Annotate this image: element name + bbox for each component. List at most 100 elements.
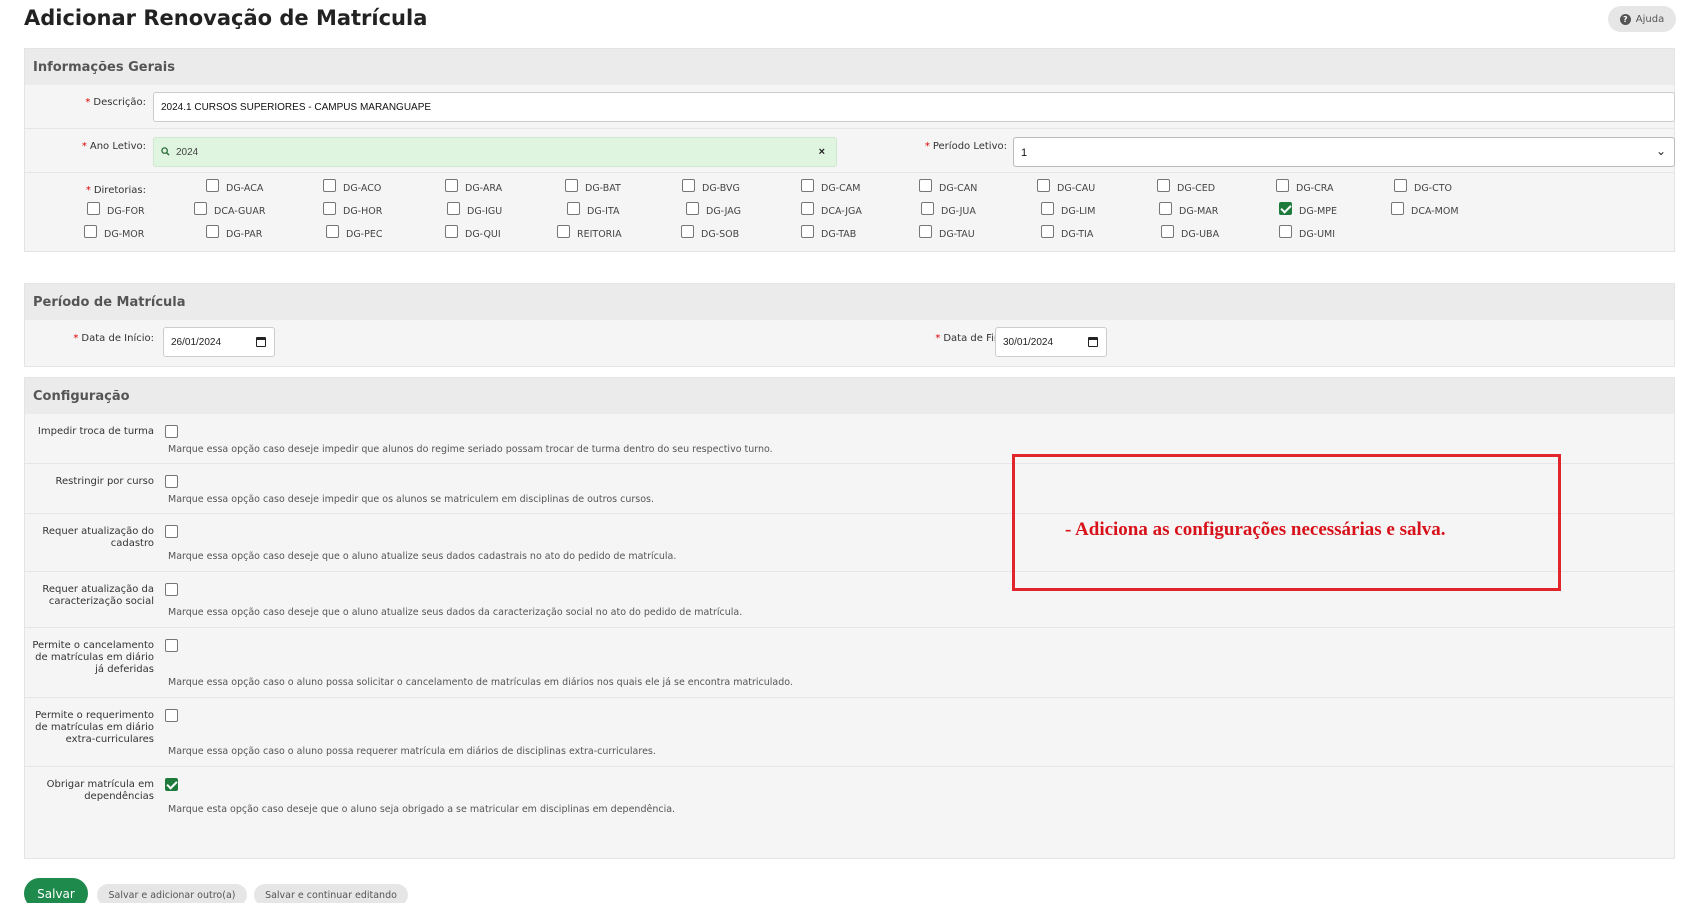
periodo-section: Período de Matrícula * Data de Início: 26… [24, 283, 1675, 367]
diretoria-label: DG-UBA [1181, 229, 1220, 240]
config-checkbox[interactable] [165, 709, 178, 722]
calendar-icon[interactable] [256, 337, 266, 347]
diretoria-label: REITORIA [577, 229, 622, 240]
data-fim-value: 30/01/2024 [1003, 337, 1054, 348]
diretoria-label: DG-CED [1177, 183, 1216, 194]
diretoria-checkbox[interactable] [919, 179, 932, 192]
calendar-icon[interactable] [1088, 337, 1098, 347]
config-help-text: Marque essa opção caso deseje que o alun… [168, 607, 743, 618]
diretoria-checkbox[interactable] [206, 179, 219, 192]
annotation-text: - Adiciona as configurações necessárias … [1065, 519, 1446, 540]
diretoria-label: DG-PEC [346, 229, 383, 240]
diretoria-checkbox[interactable] [1394, 179, 1407, 192]
diretoria-label: DCA-GUAR [214, 206, 266, 217]
diretoria-label: DG-MPE [1299, 206, 1338, 217]
periodo-letivo-value: 1 [1021, 147, 1028, 159]
save-and-continue-button[interactable]: Salvar e continuar editando [254, 884, 408, 903]
configuracao-section: Configuração Impedir troca de turma Marqu… [24, 377, 1675, 859]
diretoria-label: DG-SOB [701, 229, 740, 240]
diretoria-checkbox[interactable] [1041, 225, 1054, 238]
diretoria-checkbox[interactable] [919, 225, 932, 238]
diretoria-checkbox[interactable] [565, 179, 578, 192]
help-button[interactable]: ? Ajuda [1608, 6, 1676, 32]
config-help-text: Marque essa opção caso o aluno possa sol… [168, 677, 793, 688]
config-help-text: Marque essa opção caso deseje impedir qu… [168, 494, 655, 505]
diretoria-label: DG-IGU [467, 206, 503, 217]
help-button-label: Ajuda [1635, 13, 1665, 25]
ano-letivo-value: 2024 [176, 147, 199, 158]
diretoria-checkbox[interactable] [87, 202, 100, 215]
diretoria-checkbox[interactable] [557, 225, 570, 238]
search-icon [161, 147, 170, 156]
config-label: Requer atualização da caracterização soc… [42, 584, 154, 607]
diretoria-label: DG-TAU [939, 229, 975, 240]
descricao-row: * Descrição: 2024.1 CURSOS SUPERIORES - C… [25, 85, 1675, 129]
diretoria-label: DG-HOR [343, 206, 383, 217]
config-checkbox[interactable] [165, 475, 178, 488]
data-inicio-label: * Data de Início: [73, 333, 154, 344]
config-checkbox[interactable] [165, 778, 178, 791]
config-checkbox[interactable] [165, 639, 178, 652]
save-and-add-button[interactable]: Salvar e adicionar outro(a) [97, 884, 247, 903]
diretoria-checkbox[interactable] [194, 202, 207, 215]
diretoria-checkbox[interactable] [1037, 179, 1050, 192]
diretoria-checkbox[interactable] [682, 179, 695, 192]
diretoria-checkbox[interactable] [1276, 179, 1289, 192]
config-checkbox[interactable] [165, 525, 178, 538]
diretoria-checkbox[interactable] [1041, 202, 1054, 215]
diretoria-label: DG-BVG [702, 183, 740, 194]
configuracao-legend: Configuração [25, 378, 1674, 414]
diretoria-label: DG-LIM [1061, 206, 1096, 217]
diretoria-checkbox[interactable] [206, 225, 219, 238]
data-fim-label: * Data de Fim: [935, 333, 1007, 344]
diretoria-checkbox[interactable] [801, 225, 814, 238]
annotation-box: - Adiciona as configurações necessárias … [1012, 454, 1561, 591]
config-checkbox[interactable] [165, 425, 178, 438]
diretoria-checkbox[interactable] [1157, 179, 1170, 192]
data-inicio-input[interactable]: 26/01/2024 [163, 327, 275, 357]
diretoria-checkbox[interactable] [323, 202, 336, 215]
diretoria-label: DG-JAG [706, 206, 741, 217]
diretoria-checkbox[interactable] [801, 202, 814, 215]
diretoria-checkbox[interactable] [326, 225, 339, 238]
diretoria-checkbox[interactable] [567, 202, 580, 215]
diretoria-label: DG-FOR [107, 206, 145, 217]
diretoria-checkbox[interactable] [445, 179, 458, 192]
diretoria-checkbox[interactable] [323, 179, 336, 192]
diretoria-label: DG-CAN [939, 183, 978, 194]
descricao-input[interactable]: 2024.1 CURSOS SUPERIORES - CAMPUS MARANG… [153, 92, 1675, 122]
diretoria-checkbox[interactable] [447, 202, 460, 215]
diretoria-checkbox[interactable] [686, 202, 699, 215]
diretoria-checkbox[interactable] [1391, 202, 1404, 215]
diretoria-label: DG-MAR [1179, 206, 1219, 217]
diretoria-label: DCA-MOM [1411, 206, 1459, 217]
config-label: Restringir por curso [55, 476, 154, 487]
ano-letivo-select[interactable]: 2024 × [153, 137, 837, 167]
save-button[interactable]: Salvar [24, 878, 88, 903]
diretoria-label: DG-ITA [587, 206, 620, 217]
clear-icon[interactable]: × [819, 146, 825, 158]
general-info-section: Informações Gerais * Descrição: 2024.1 CU… [24, 48, 1675, 252]
diretoria-checkbox[interactable] [681, 225, 694, 238]
diretoria-checkbox[interactable] [445, 225, 458, 238]
ano-periodo-row: * Ano Letivo: 2024 × * Período Letivo: 1 ⌄ [25, 129, 1675, 173]
diretoria-label: DG-TIA [1061, 229, 1094, 240]
diretoria-checkbox[interactable] [1161, 225, 1174, 238]
diretoria-checkbox[interactable] [84, 225, 97, 238]
periodo-letivo-select[interactable]: 1 ⌄ [1013, 137, 1675, 167]
diretoria-label: DG-TAB [821, 229, 857, 240]
diretoria-label: DCA-JGA [821, 206, 862, 217]
diretoria-checkbox[interactable] [1159, 202, 1172, 215]
diretoria-label: DG-BAT [585, 183, 621, 194]
config-label: Permite o requerimento de matrículas em … [35, 710, 154, 745]
descricao-label: * Descrição: [85, 97, 146, 108]
config-checkbox[interactable] [165, 583, 178, 596]
data-fim-input[interactable]: 30/01/2024 [995, 327, 1107, 357]
diretoria-checkbox[interactable] [801, 179, 814, 192]
config-help-text: Marque essa opção caso o aluno possa req… [168, 746, 656, 757]
diretoria-label: DG-ACO [343, 183, 382, 194]
diretoria-checkbox[interactable] [921, 202, 934, 215]
diretoria-checkbox[interactable] [1279, 202, 1292, 215]
diretoria-checkbox[interactable] [1279, 225, 1292, 238]
diretoria-label: DG-UMI [1299, 229, 1336, 240]
